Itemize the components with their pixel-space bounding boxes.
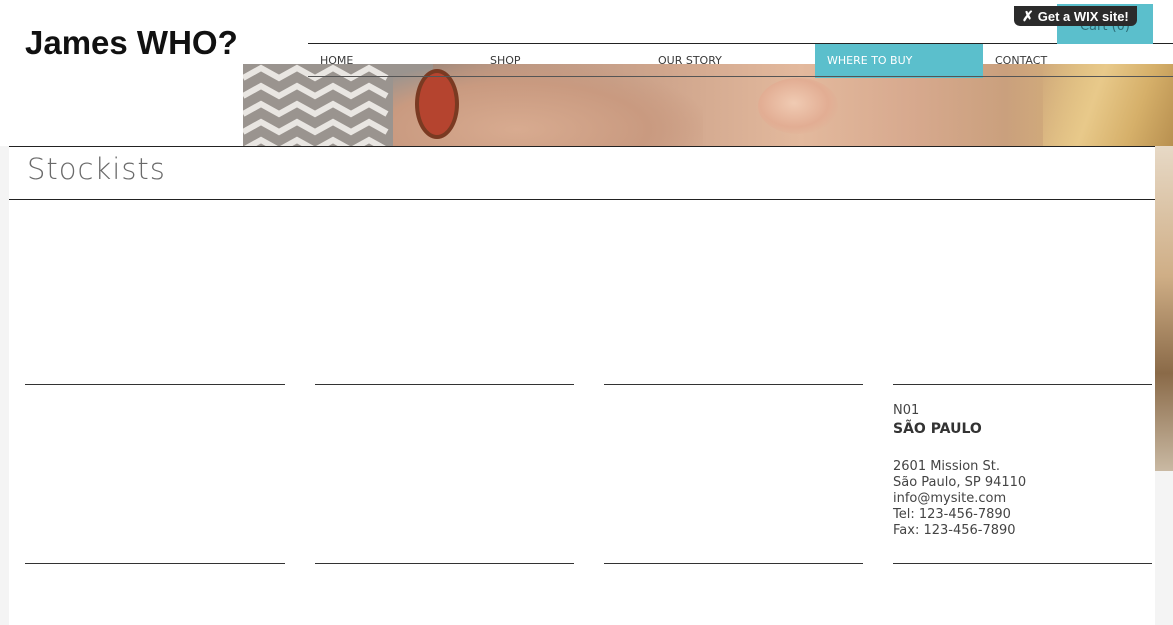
store-city: SÃO PAULO — [893, 421, 982, 437]
column-divider — [893, 563, 1152, 564]
store-address: 2601 Mission St. São Paulo, SP 94110 inf… — [893, 459, 1133, 539]
store-email[interactable]: info@mysite.com — [893, 491, 1133, 507]
wix-x-icon: ✗ — [1022, 8, 1034, 24]
site-logo[interactable]: James WHO? — [25, 24, 238, 62]
page-title: Stockists — [27, 152, 166, 186]
wix-promo-label: Get a WIX site! — [1037, 9, 1129, 24]
store-address-line1: 2601 Mission St. — [893, 459, 1001, 474]
nav-item-shop[interactable]: SHOP — [478, 44, 648, 78]
column-divider — [25, 384, 285, 385]
nav-item-where-to-buy[interactable]: WHERE TO BUY — [815, 44, 983, 78]
main-content — [9, 146, 1155, 625]
nav-item-home[interactable]: HOME — [308, 44, 478, 78]
nav-item-contact[interactable]: CONTACT — [983, 44, 1153, 78]
column-divider — [315, 384, 574, 385]
store-code: N01 — [893, 403, 920, 418]
store-card-sao-paulo: N01 SÃO PAULO 2601 Mission St. São Paulo… — [893, 403, 1133, 539]
store-tel: Tel: 123-456-7890 — [893, 507, 1011, 522]
main-nav: HOME SHOP OUR STORY WHERE TO BUY CONTACT — [308, 44, 1173, 78]
store-fax: Fax: 123-456-7890 — [893, 523, 1016, 538]
column-divider — [893, 384, 1152, 385]
column-divider — [604, 563, 863, 564]
column-divider — [604, 384, 863, 385]
title-divider — [9, 199, 1155, 200]
nav-item-our-story[interactable]: OUR STORY — [646, 44, 816, 78]
content-top-divider — [9, 146, 1155, 147]
column-divider — [25, 563, 285, 564]
tattoo-graphic — [415, 69, 459, 139]
background-image-edge — [1155, 146, 1173, 471]
face-highlight — [758, 78, 838, 134]
wix-promo-badge[interactable]: ✗ Get a WIX site! — [1014, 6, 1137, 26]
header: James WHO? HOME SHOP OUR STORY WHERE TO … — [0, 0, 1173, 146]
column-divider — [315, 563, 574, 564]
nav-divider-bottom — [308, 76, 1173, 77]
store-address-line2: São Paulo, SP 94110 — [893, 475, 1027, 490]
